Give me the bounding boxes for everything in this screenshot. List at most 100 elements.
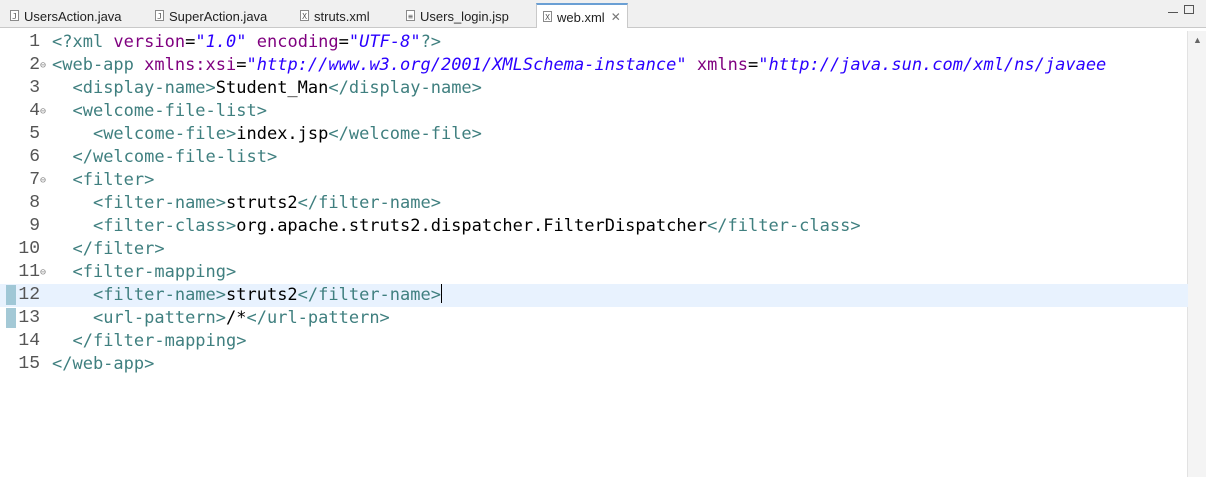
fold-toggle-icon[interactable]: ⊖ [40, 261, 46, 284]
token-str: "http://java.sun.com/xml/ns/javaee [758, 55, 1107, 75]
line-number: 10 [18, 239, 40, 259]
code-line[interactable]: 9 <filter-class>org.apache.struts2.dispa… [0, 215, 1188, 238]
code-line[interactable]: 11 ⊖ <filter-mapping> [0, 261, 1188, 284]
line-number: 3 [29, 78, 40, 98]
token-tag: </welcome-file> [328, 124, 482, 144]
code-line[interactable]: 4 ⊖ <welcome-file-list> [0, 100, 1188, 123]
minimize-icon[interactable] [1168, 10, 1178, 13]
tab-superaction-java[interactable]: J SuperAction.java [155, 4, 267, 28]
token-tag: </filter-name> [297, 193, 441, 213]
line-number: 14 [18, 331, 40, 351]
code-line[interactable]: 10 </filter> [0, 238, 1188, 261]
token-txt: /* [226, 308, 247, 328]
code-line[interactable]: 1 <?xml version="1.0" encoding="UTF-8"?> [0, 31, 1188, 54]
tab-usersaction-java[interactable]: J UsersAction.java [10, 4, 122, 28]
token-txt: Student_Man [215, 78, 329, 98]
window-controls [1168, 5, 1194, 14]
code-line[interactable]: 13 <url-pattern>/*</url-pattern> [0, 307, 1188, 330]
xml-file-icon: X [300, 9, 309, 21]
fold-toggle-icon[interactable]: ⊖ [40, 100, 46, 123]
line-number: 4 [29, 101, 40, 121]
close-tab-icon[interactable]: ✕ [611, 10, 621, 24]
code-editor[interactable]: ▲ 1 <?xml version="1.0" encoding="UTF-8"?… [0, 28, 1206, 477]
tab-struts-xml[interactable]: Xstruts.xml [300, 4, 370, 28]
tab-web-xml[interactable]: Xweb.xml ✕ [536, 3, 628, 29]
token-tag: <welcome-file> [92, 124, 237, 144]
token-txt: = [338, 32, 349, 52]
token-txt: = [748, 55, 759, 75]
code-text: <filter> [52, 169, 154, 192]
code-text: </filter> [52, 238, 164, 261]
code-text: </filter-mapping> [52, 330, 246, 353]
token-attr: version [113, 32, 186, 52]
code-line[interactable]: 14 </filter-mapping> [0, 330, 1188, 353]
fold-toggle-icon[interactable]: ⊖ [40, 54, 46, 77]
fold-toggle-icon[interactable]: ⊖ [40, 169, 46, 192]
code-line[interactable]: 15 </web-app> [0, 353, 1188, 376]
token-tag: </filter-class> [707, 216, 861, 236]
vertical-scrollbar[interactable]: ▲ [1187, 31, 1206, 477]
token-tag: </url-pattern> [246, 308, 390, 328]
tab-label: web.xml [557, 9, 605, 25]
line-number: 6 [29, 147, 40, 167]
code-text: <?xml version="1.0" encoding="UTF-8"?> [52, 31, 441, 54]
code-text: </welcome-file-list> [52, 146, 277, 169]
token-tag: <filter-mapping> [72, 262, 237, 282]
code-text: <display-name>Student_Man</display-name> [52, 77, 481, 100]
code-line[interactable]: 8 <filter-name>struts2</filter-name> [0, 192, 1188, 215]
tab-users-login-jsp[interactable]: ≡ Users_login.jsp [406, 4, 509, 28]
token-tag: <filter> [72, 170, 155, 190]
token-txt: struts2 [226, 193, 298, 213]
token-tag: <filter-name> [92, 285, 227, 305]
java-file-icon: J [155, 9, 164, 21]
text-cursor [440, 284, 442, 303]
token-txt: = [185, 32, 196, 52]
token-txt: org.apache.struts2.dispatcher.FilterDisp… [236, 216, 708, 236]
token-txt: struts2 [226, 285, 298, 305]
code-line[interactable]: 12 <filter-name>struts2</filter-name> [0, 284, 1188, 307]
line-number: 15 [18, 354, 40, 374]
code-text: </web-app> [52, 353, 154, 376]
code-text: <filter-name>struts2</filter-name> [52, 284, 442, 307]
line-number: 8 [29, 193, 40, 213]
token-str: "UTF-8" [348, 32, 421, 52]
code-line[interactable]: 6 </welcome-file-list> [0, 146, 1188, 169]
code-text: <welcome-file>index.jsp</welcome-file> [52, 123, 482, 146]
tab-label: SuperAction.java [169, 8, 268, 24]
token-attr: encoding [256, 32, 339, 52]
token-pi: ?> [420, 32, 442, 52]
code-line[interactable]: 3 <display-name>Student_Man</display-nam… [0, 77, 1188, 100]
code-line[interactable]: 7 ⊖ <filter> [0, 169, 1188, 192]
maximize-icon[interactable] [1184, 5, 1194, 14]
scroll-up-icon[interactable]: ▲ [1193, 35, 1202, 45]
code-text: <filter-class>org.apache.struts2.dispatc… [52, 215, 861, 238]
line-number: 12 [18, 285, 40, 305]
token-tag: <welcome-file-list> [72, 101, 267, 121]
token-tag: <url-pattern> [92, 308, 227, 328]
token-tag: </filter-mapping> [72, 331, 247, 351]
line-number: 11 [18, 262, 40, 282]
code-text: <welcome-file-list> [52, 100, 267, 123]
code-line[interactable]: 2 ⊖ <web-app xmlns:xsi="http://www.w3.org/… [0, 54, 1188, 77]
code-line[interactable]: 5 <welcome-file>index.jsp</welcome-file> [0, 123, 1188, 146]
code-text: <url-pattern>/*</url-pattern> [52, 307, 390, 330]
jsp-file-icon: ≡ [406, 9, 415, 21]
token-tag: <web-app [52, 55, 145, 75]
code-text: <filter-name>struts2</filter-name> [52, 192, 441, 215]
token-attr: xmlns:xsi [144, 55, 237, 75]
token-tag: </welcome-file-list> [72, 147, 278, 167]
token-tag: <filter-name> [92, 193, 227, 213]
line-number: 1 [29, 32, 40, 52]
line-number: 9 [29, 216, 40, 236]
code-text: <web-app xmlns:xsi="http://www.w3.org/20… [52, 54, 1106, 77]
